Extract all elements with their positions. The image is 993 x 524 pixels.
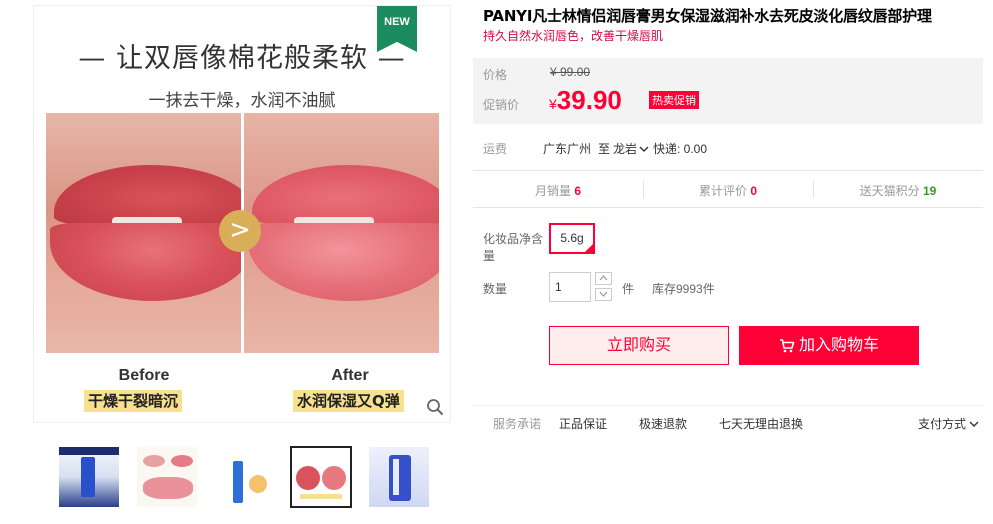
magnifier-icon[interactable] (426, 398, 444, 416)
upper-lip (54, 165, 241, 225)
tmall-points-label: 送天猫积分 (859, 184, 920, 198)
ship-from: 广东广州 (543, 142, 592, 156)
spec-label: 化妆品净含量 (483, 232, 544, 263)
chevron-down-icon (599, 291, 608, 297)
stats-row: 月销量 6 累计评价 0 送天猫积分 19 (473, 180, 983, 200)
promo-price: ¥39.90 (549, 85, 622, 116)
express-fee: 快递: 0.00 (653, 142, 708, 156)
buy-now-button[interactable]: 立即购买 (549, 326, 729, 365)
review-count[interactable]: 累计评价 0 (643, 182, 813, 199)
chevron-up-icon (599, 275, 608, 281)
review-count-value: 0 (750, 184, 758, 198)
before-caption: 干燥干裂暗沉 (84, 390, 183, 412)
chevron-down-icon (969, 421, 979, 427)
after-lips-photo (244, 113, 439, 353)
thumbnail-strip (58, 446, 430, 510)
add-to-cart-button[interactable]: 加入购物车 (739, 326, 919, 365)
spec-option-label: 5.6g (560, 231, 584, 245)
thumbnail-5[interactable] (368, 446, 430, 508)
stock-count: 库存9993件 (652, 282, 715, 296)
quantity-input[interactable]: 1 (549, 272, 591, 302)
ship-to: 龙岩 (613, 142, 638, 156)
thumbnail-3[interactable] (214, 446, 276, 508)
spec-option-5.6g[interactable]: 5.6g (549, 223, 595, 254)
promo-price-value: 39.90 (556, 85, 622, 115)
after-caption: 水润保湿又Q弹 (293, 390, 404, 412)
monthly-sales-label: 月销量 (534, 184, 571, 198)
shipping-row: 运费 广东广州 至 龙岩 快递: 0.00 (483, 140, 983, 157)
promo-price-label: 促销价 (483, 98, 520, 112)
ship-to-word: 至 (598, 142, 611, 156)
lower-lip (50, 223, 241, 301)
currency-symbol: ¥ (549, 96, 557, 112)
payment-methods[interactable]: 支付方式 (918, 415, 979, 432)
thumbnail-2[interactable] (136, 446, 198, 508)
add-to-cart-label: 加入购物车 (798, 337, 879, 354)
monthly-sales-value: 6 (574, 184, 582, 198)
lower-lip (248, 223, 439, 301)
chevron-down-icon (639, 146, 649, 152)
service-authentic[interactable]: 正品保证 (559, 415, 607, 432)
service-label: 服务承诺 (493, 417, 542, 431)
after-label: After (331, 367, 369, 384)
before-lips-photo (46, 113, 241, 353)
image-headline: — 让双唇像棉花般柔软 — (78, 43, 406, 74)
quantity-unit: 件 (622, 282, 635, 296)
selected-check-icon (584, 243, 594, 253)
divider (473, 170, 983, 171)
thumbnail-4[interactable] (290, 446, 352, 508)
payment-methods-label: 支付方式 (917, 417, 966, 431)
image-subline: 一抹去干燥，水润不油腻 (148, 91, 336, 111)
thumbnail-1[interactable] (58, 446, 120, 508)
service-row: 服务承诺 正品保证 极速退款 七天无理由退换 支付方式 (473, 405, 983, 439)
orig-price-label: 价格 (483, 68, 508, 82)
product-subtitle: 持久自然水润唇色，改善干燥唇肌 (483, 29, 664, 43)
product-title: PANYI凡士林情侣润唇膏男女保湿滋润补水去死皮淡化唇纹唇部护理 (483, 7, 932, 25)
orig-price: ¥ 99.00 (550, 65, 591, 79)
quantity-increase-button[interactable] (595, 272, 612, 285)
before-label: Before (118, 367, 170, 384)
ship-to-selector[interactable]: 龙岩 (613, 140, 649, 157)
main-product-image[interactable]: NEW — 让双唇像棉花般柔软 — 一抹去干燥，水润不油腻 > Before 干… (33, 5, 451, 423)
cart-icon (779, 338, 795, 353)
quantity-label: 数量 (483, 282, 508, 296)
service-fast-refund[interactable]: 极速退款 (639, 415, 687, 432)
shipping-label: 运费 (483, 142, 508, 156)
tmall-points: 送天猫积分 19 (813, 182, 983, 199)
tmall-points-value: 19 (923, 184, 937, 198)
review-count-label: 累计评价 (698, 184, 747, 198)
quantity-decrease-button[interactable] (595, 288, 612, 301)
hot-sale-tag: 热卖促销 (649, 91, 699, 109)
divider (473, 207, 983, 208)
monthly-sales: 月销量 6 (473, 182, 643, 199)
arrow-right-icon: > (219, 210, 261, 252)
upper-lip (252, 165, 439, 225)
service-7day-return[interactable]: 七天无理由退换 (719, 415, 803, 432)
price-panel: 价格 ¥ 99.00 促销价 ¥39.90 热卖促销 (473, 58, 983, 124)
